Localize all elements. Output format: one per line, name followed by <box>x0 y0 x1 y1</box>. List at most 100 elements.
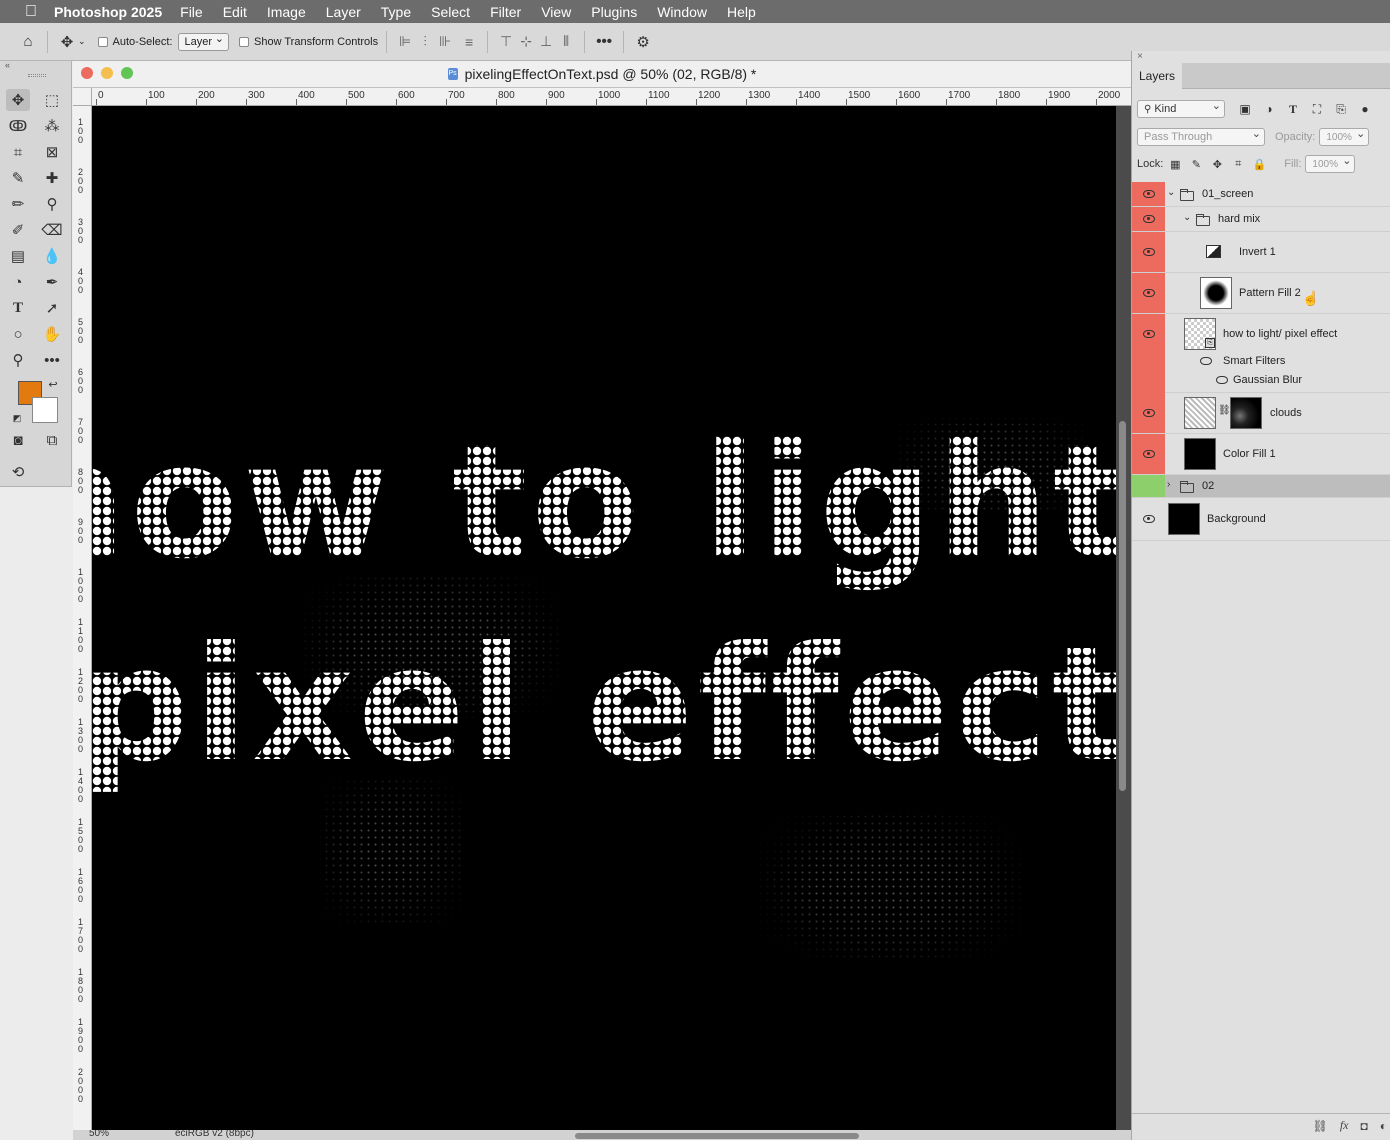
menu-image[interactable]: Image <box>267 4 306 20</box>
filter-adjustment-icon[interactable]: ◑ <box>1259 99 1279 119</box>
default-colors-icon[interactable]: ◩ <box>10 407 24 429</box>
layer-row[interactable]: ⌄ 01_screen <box>1132 182 1390 207</box>
vertical-scrollbar[interactable] <box>1119 421 1126 791</box>
menu-edit[interactable]: Edit <box>223 4 247 20</box>
filter-smart-object-icon[interactable]: ⎘ <box>1331 99 1351 119</box>
menu-plugins[interactable]: Plugins <box>591 4 637 20</box>
layer-row-selected[interactable]: › 02 <box>1132 475 1390 498</box>
document-profile[interactable]: eciRGB v2 (8bpc) <box>175 1130 254 1139</box>
pen-tool[interactable]: ✒ <box>40 271 64 293</box>
canvas[interactable]: how to light/ pixel effect <box>92 106 1116 1130</box>
distribute-v-icon[interactable]: ⦀ <box>556 32 576 52</box>
eye-icon[interactable] <box>1216 376 1228 384</box>
menu-window[interactable]: Window <box>657 4 707 20</box>
visibility-toggle[interactable] <box>1132 393 1165 433</box>
layer-row[interactable]: ⌄ hard mix <box>1132 207 1390 232</box>
filter-shape-icon[interactable]: ⛶ <box>1307 99 1327 119</box>
fill-field[interactable]: 100% <box>1305 154 1356 173</box>
frame-tool[interactable]: ⊠ <box>40 141 64 163</box>
layer-row[interactable]: Background <box>1132 498 1390 541</box>
eraser-tool[interactable]: ⌫ <box>40 219 64 241</box>
menu-view[interactable]: View <box>541 4 571 20</box>
tool-preset-chevron-icon[interactable]: ⌄ <box>78 36 86 47</box>
align-top-icon[interactable]: ⊤ <box>496 32 516 52</box>
link-icon[interactable]: ⛓ <box>1218 405 1231 416</box>
zoom-tool[interactable]: ⚲ <box>6 349 30 371</box>
document-title-bar[interactable]: Ps pixelingEffectOnText.psd @ 50% (02, R… <box>73 61 1131 88</box>
lock-pixels-icon[interactable]: ✎ <box>1187 155 1205 173</box>
eyedropper-tool[interactable]: ✎ <box>6 167 30 189</box>
close-window-button[interactable] <box>81 67 93 79</box>
dodge-tool[interactable]: ◔ <box>6 271 30 293</box>
tab-layers[interactable]: Layers <box>1132 63 1182 89</box>
quick-mask-icon[interactable]: ◙ <box>6 429 30 451</box>
horizontal-ruler[interactable]: 0 100 200 300 400 500 600 700 800 900 1000 1100 1200… <box>92 88 1131 106</box>
layer-row[interactable]: Color Fill 1 <box>1132 434 1390 475</box>
filter-pixel-icon[interactable]: ▣ <box>1235 99 1255 119</box>
align-right-icon[interactable]: ⊪ <box>435 32 455 52</box>
background-color-swatch[interactable] <box>32 397 58 423</box>
new-adjustment-icon[interactable]: ◐ <box>1380 1119 1387 1133</box>
show-transform-checkbox[interactable] <box>239 36 249 47</box>
chevron-right-icon[interactable]: › <box>1167 479 1170 490</box>
more-tools-icon[interactable]: ••• <box>40 349 64 371</box>
align-left-icon[interactable]: ⊫ <box>395 32 415 52</box>
eye-icon[interactable] <box>1200 357 1212 365</box>
filter-type-icon[interactable]: T <box>1283 99 1303 119</box>
visibility-toggle[interactable] <box>1132 273 1165 313</box>
brush-tool[interactable]: ✏ <box>6 193 30 215</box>
ellipse-tool[interactable]: ○ <box>6 323 30 345</box>
opacity-field[interactable]: 100% <box>1319 127 1370 146</box>
zoom-level[interactable]: 50% <box>89 1130 109 1139</box>
menu-file[interactable]: File <box>180 4 203 20</box>
filter-gaussian-blur[interactable]: Gaussian Blur <box>1233 373 1302 387</box>
crop-tool[interactable]: ⌗ <box>6 141 30 163</box>
chevron-down-icon[interactable]: ⌄ <box>1183 212 1191 223</box>
align-middle-v-icon[interactable]: ⊹ <box>516 32 536 52</box>
zoom-window-button[interactable] <box>121 67 133 79</box>
layer-row[interactable]: Invert 1 <box>1132 232 1390 273</box>
layer-thumbnail[interactable] <box>1184 397 1216 429</box>
lock-artboard-icon[interactable]: ⌗ <box>1229 155 1247 173</box>
add-mask-icon[interactable]: ◘ <box>1361 1119 1368 1133</box>
lasso-tool[interactable]: ↂ <box>6 115 30 137</box>
type-tool[interactable]: T <box>6 297 30 319</box>
smart-filters-label[interactable]: Smart Filters <box>1223 354 1285 368</box>
auto-select-checkbox[interactable] <box>97 36 108 47</box>
visibility-toggle[interactable] <box>1132 182 1165 206</box>
app-menu[interactable]: Photoshop 2025 <box>54 4 162 20</box>
filter-kind-dropdown[interactable]: ⚲ Kind <box>1137 99 1225 118</box>
auto-select-dropdown[interactable]: Layer <box>178 32 229 51</box>
fx-icon[interactable]: fx <box>1340 1118 1349 1133</box>
layer-mask-thumbnail[interactable] <box>1230 397 1262 429</box>
marquee-tool[interactable]: ⬚ <box>40 89 64 111</box>
home-icon[interactable]: ⌂ <box>17 31 39 53</box>
vertical-ruler[interactable]: 100 200 300 400 500 600 700 800 900 1000 1100 1200 1… <box>73 106 92 1130</box>
collapse-panel-icon[interactable]: « <box>0 61 71 71</box>
gradient-tool[interactable]: ▤ <box>6 245 30 267</box>
apple-icon[interactable]:  <box>19 3 43 21</box>
ruler-origin[interactable] <box>73 88 92 106</box>
menu-filter[interactable]: Filter <box>490 4 521 20</box>
horizontal-scrollbar[interactable] <box>575 1133 859 1139</box>
menu-type[interactable]: Type <box>381 4 411 20</box>
layer-row[interactable]: ⎘ how to light/ pixel effect Smart Filte… <box>1132 314 1390 393</box>
align-center-h-icon[interactable]: ⫶ <box>415 32 435 52</box>
visibility-toggle[interactable] <box>1132 434 1165 474</box>
align-bottom-icon[interactable]: ⊥ <box>536 32 556 52</box>
blur-tool[interactable]: 💧 <box>40 245 64 267</box>
move-tool[interactable]: ✥ <box>6 89 30 111</box>
visibility-toggle[interactable] <box>1132 498 1165 540</box>
menu-help[interactable]: Help <box>727 4 756 20</box>
healing-brush-tool[interactable]: ✚ <box>40 167 64 189</box>
clone-stamp-tool[interactable]: ⚲ <box>40 193 64 215</box>
lock-all-icon[interactable]: 🔒 <box>1250 155 1268 173</box>
visibility-toggle[interactable] <box>1132 207 1165 231</box>
magic-wand-tool[interactable]: ⁂ <box>40 115 64 137</box>
move-tool-icon[interactable]: ✥ <box>56 31 78 53</box>
close-panel-icon[interactable]: × <box>1132 51 1390 63</box>
layer-thumbnail[interactable] <box>1168 503 1200 535</box>
distribute-h-icon[interactable]: ≡ <box>459 32 479 52</box>
lock-position-icon[interactable]: ✥ <box>1208 155 1226 173</box>
visibility-toggle[interactable] <box>1132 314 1165 354</box>
